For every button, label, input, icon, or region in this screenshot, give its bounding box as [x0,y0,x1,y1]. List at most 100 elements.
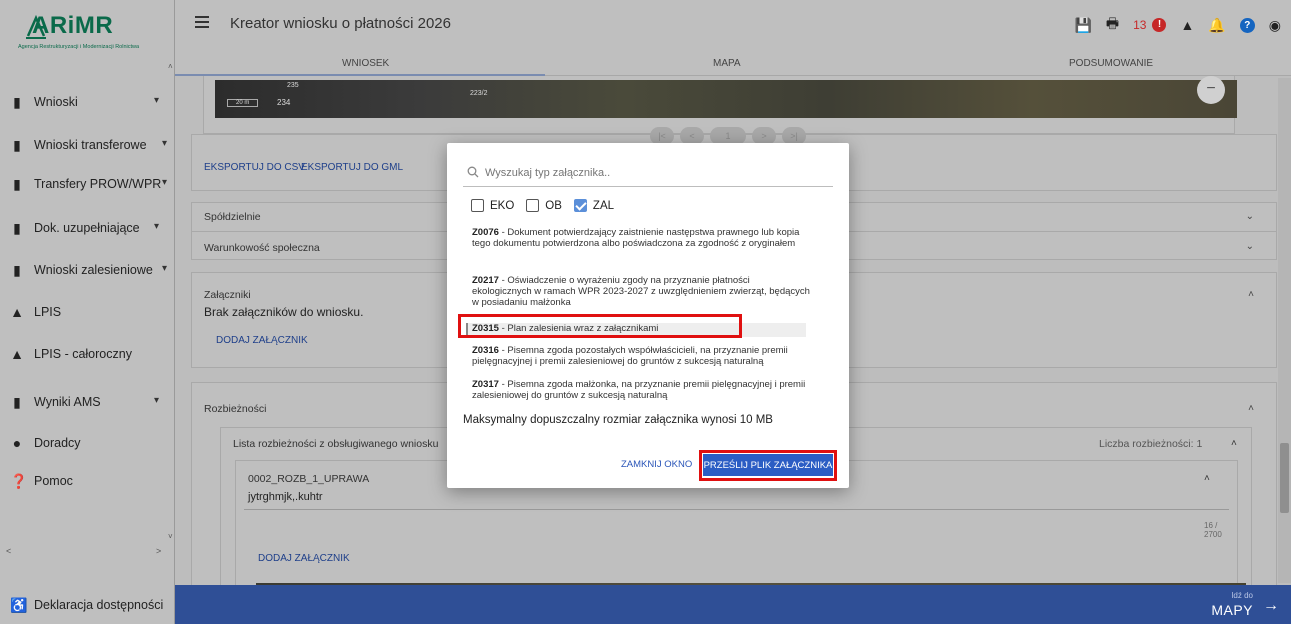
sidebar-item-lpis-caloroczny[interactable]: ▲ LPIS - całoroczny [0,334,175,374]
scroll-right-icon[interactable]: > [156,546,161,556]
account-icon[interactable]: ◉ [1269,17,1281,34]
sidebar-item-wnioski-transferowe[interactable]: ▮ Wnioski transferowe ▾ [0,125,175,165]
section-warunkowosc[interactable]: Warunkowość społeczna [204,242,320,254]
goto-maps-label[interactable]: MAPY [1211,602,1253,618]
close-dialog-button[interactable]: ZAMKNIJ OKNO [621,459,692,470]
mountain-icon: ▲ [10,346,24,362]
chevron-up-icon[interactable]: ˄ [1204,473,1210,484]
accessibility-icon: ♿ [10,597,28,613]
chevron-down-icon: ▾ [153,95,159,106]
item-text: - Pisemna zgoda pozostałych współwłaścic… [472,345,788,367]
sidebar-item-dok-uzupelniajace[interactable]: ▮ Dok. uzupełniające ▾ [0,208,175,248]
scrollbar-thumb[interactable] [1280,443,1289,513]
discrepancy-text[interactable]: jytrghmjk,.kuhtr [248,491,323,503]
help-circle-icon[interactable]: ? [1239,17,1255,33]
menu-icon[interactable] [195,16,209,28]
sidebar-item-label: Doradcy [34,436,81,450]
discrepancy-list-title: Lista rozbieżności z obsługiwanego wnios… [233,438,439,450]
error-alert-icon[interactable]: ! [1152,18,1167,32]
sidebar-item-lpis[interactable]: ▲ LPIS [0,292,175,332]
export-gml-link[interactable]: EKSPORTUJ DO GML [301,162,403,173]
attachment-search[interactable] [463,159,833,187]
sidebar-horizontal-scrollbar[interactable]: < > [0,546,170,558]
filter-zal[interactable]: ZAL [573,199,614,212]
logo-text: ARiMR [32,12,114,39]
chevron-up-icon[interactable]: ˄ [1231,438,1237,449]
chevron-up-icon[interactable]: ˄ [1248,403,1254,414]
section-spoldzielnie[interactable]: Spółdzielnie [204,211,261,223]
checkbox-label: EKO [490,199,515,212]
scroll-down-icon[interactable]: ˅ [168,532,173,541]
checkbox-label: OB [545,199,562,212]
logo-subtitle: Agencja Restrukturyzacji i Modernizacji … [18,44,140,50]
main-scrollbar[interactable] [1278,78,1291,583]
print-icon[interactable]: 🖶 [1106,13,1119,37]
sidebar-item-doradcy[interactable]: ● Doradcy [0,423,175,463]
list-item[interactable]: Z0316 - Pisemna zgoda pozostałych współw… [472,345,812,367]
sidebar-item-label: Deklaracja dostępności [34,597,164,612]
notification-count[interactable]: 13 [1133,18,1146,32]
tab-wniosek[interactable]: WNIOSEK [342,58,389,69]
list-item[interactable]: Z0076 - Dokument potwierdzający zaistnie… [472,227,812,249]
page-title: Kreator wniosku o płatności 2026 [230,15,451,32]
item-code: Z0076 [472,227,499,238]
map-preview-top: 235 234 223/2 20 m − [215,76,1237,118]
sidebar-item-label: LPIS - całoroczny [34,347,132,361]
clipboard-icon: ▮ [13,137,21,153]
sidebar-item-label: Pomoc [34,474,73,488]
filter-checkboxes: EKO OB ZAL [471,199,614,212]
map-label: 223/2 [470,90,488,97]
save-icon[interactable]: 💾 [1074,17,1091,34]
discrepancy-count: Liczba rozbieżności: 1 [1099,438,1203,450]
section-rozbieznosci: Rozbieżności [204,403,267,415]
checkbox-zal[interactable] [573,199,587,212]
sidebar-item-pomoc[interactable]: ❓ Pomoc [0,461,175,501]
chevron-down-icon: ▾ [153,221,159,232]
filter-eko[interactable]: EKO [471,199,514,212]
list-item[interactable]: Z0317 - Pisemna zgoda małżonka, na przyz… [472,379,812,401]
filter-ob[interactable]: OB [526,199,562,212]
arimr-logo[interactable]: ARiMR Agencja Restrukturyzacji i Moderni… [18,8,168,56]
list-item[interactable]: Z0217 - Oświadczenie o wyrażeniu zgody n… [472,275,812,308]
map-scale: 20 m [227,99,259,107]
sidebar-item-label: Wnioski zalesieniowe [34,263,153,277]
search-input[interactable] [485,163,825,183]
chevron-down-icon: ▾ [153,395,159,406]
checkbox-eko[interactable] [471,199,484,212]
clipboard-icon: ▮ [13,220,21,236]
clipboard-icon: ▮ [13,94,21,110]
add-attachment-button[interactable]: DODAJ ZAŁĄCZNIK [216,335,308,346]
scroll-left-icon[interactable]: < [6,546,11,556]
scroll-up-icon[interactable]: ˄ [168,62,173,71]
sidebar-item-wnioski-zalesieniowe[interactable]: ▮ Wnioski zalesieniowe ▾ [0,250,175,290]
chevron-up-icon[interactable]: ˄ [1248,289,1254,300]
tab-mapa[interactable]: MAPA [713,58,741,69]
chevron-down-icon[interactable]: ⌄ [1246,241,1254,252]
item-code: Z0316 [472,345,499,356]
map-label: 235 [287,82,299,89]
checkbox-ob[interactable] [526,199,540,212]
tab-podsumowanie[interactable]: PODSUMOWANIE [1069,58,1153,69]
arrow-right-icon[interactable]: → [1263,597,1279,615]
sidebar-item-wnioski[interactable]: ▮ Wnioski ▾ [0,82,175,122]
discrepancy-code: 0002_ROZB_1_UPRAWA [248,473,370,485]
bell-icon[interactable]: 🔔 [1208,17,1225,34]
sidebar-scrollbar[interactable]: ˄ ˅ [168,62,174,542]
section-zalaczniki: Załączniki [204,289,251,301]
goto-label: Idź do [1231,591,1253,600]
sidebar-item-label: Wnioski transferowe [34,138,147,152]
chevron-down-icon[interactable]: ⌄ [1246,211,1254,222]
add-attachment-button-2[interactable]: DODAJ ZAŁĄCZNIK [258,553,350,564]
bottom-nav-bar[interactable]: Idź do MAPY → [175,585,1291,624]
sidebar-item-label: Dok. uzupełniające [34,221,140,235]
sidebar-item-accessibility[interactable]: ♿ Deklaracja dostępności [0,585,175,624]
mountain-icon: ▲ [10,304,24,320]
export-csv-link[interactable]: EKSPORTUJ DO CSV [204,162,305,173]
app-header: Kreator wniosku o płatności 2026 💾 🖶 13 … [175,0,1291,50]
clipboard-icon: ▮ [13,176,21,192]
sidebar-item-wyniki-ams[interactable]: ▮ Wyniki AMS ▾ [0,382,175,422]
zoom-out-button[interactable]: − [1197,76,1225,104]
sidebar-item-transfery[interactable]: ▮ Transfery PROW/WPR ▾ [0,164,175,204]
sidebar-item-label: LPIS [34,305,62,319]
warning-icon[interactable]: ▲ [1180,17,1194,33]
